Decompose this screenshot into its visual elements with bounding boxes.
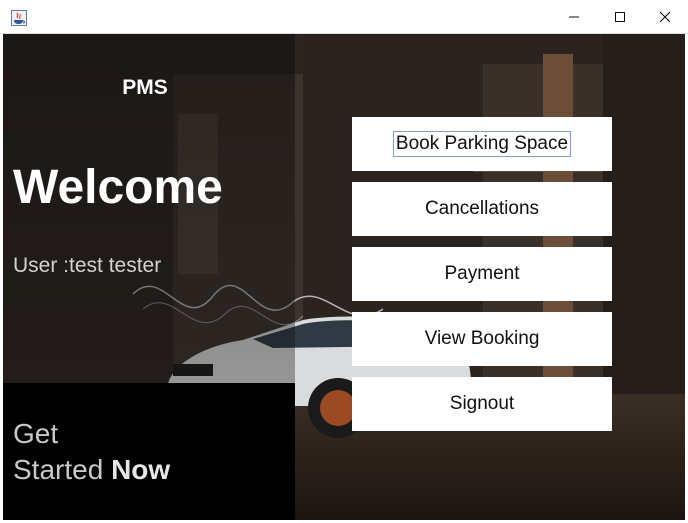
welcome-heading: Welcome — [13, 161, 223, 214]
java-app-icon — [11, 10, 27, 26]
payment-button[interactable]: Payment — [352, 247, 612, 301]
book-parking-space-button[interactable]: Book Parking Space — [352, 117, 612, 171]
signout-label: Signout — [449, 393, 515, 414]
payment-label: Payment — [444, 263, 520, 284]
user-label: User :test tester — [13, 254, 162, 277]
close-button[interactable] — [642, 0, 688, 34]
view-booking-label: View Booking — [424, 328, 540, 349]
app-name: PMS — [122, 76, 168, 99]
get-started-panel — [3, 383, 295, 520]
main-content: PMS Welcome User :test tester Get Starte… — [3, 34, 685, 520]
cancellations-button[interactable]: Cancellations — [352, 182, 612, 236]
maximize-icon — [615, 12, 625, 22]
close-icon — [659, 11, 671, 23]
view-booking-button[interactable]: View Booking — [352, 312, 612, 366]
maximize-button[interactable] — [597, 0, 643, 34]
cancellations-label: Cancellations — [424, 198, 540, 219]
signout-button[interactable]: Signout — [352, 377, 612, 431]
book-parking-space-label: Book Parking Space — [392, 131, 572, 157]
minimize-button[interactable] — [551, 0, 597, 34]
get-started-text: Started — [13, 454, 104, 485]
window-title-bar — [0, 0, 688, 34]
minimize-icon — [569, 16, 579, 18]
get-started-emphasis: Now — [111, 454, 171, 485]
get-started-line1: Get — [13, 418, 59, 449]
get-started-line2: Started Now — [13, 454, 170, 486]
